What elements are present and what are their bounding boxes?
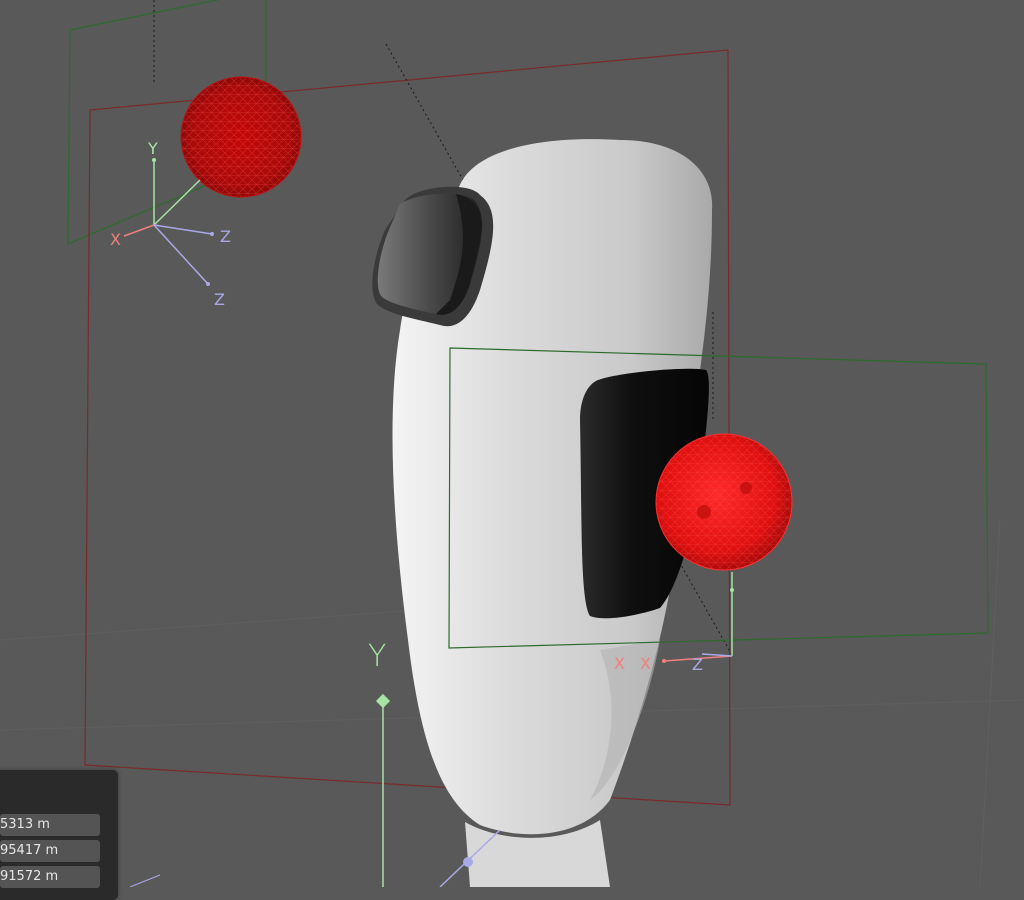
light-sphere-top[interactable] xyxy=(180,76,302,198)
axis-label-x-small: X xyxy=(110,230,121,249)
light-sphere-right[interactable] xyxy=(655,433,793,571)
axis-label-x2-right: X xyxy=(640,654,651,673)
axis-label-z2-small: Z xyxy=(214,290,225,309)
location-y-value: 95417 m xyxy=(0,843,59,858)
axis-label-x1-right: X xyxy=(614,654,625,673)
location-z-field[interactable]: 91572 m xyxy=(0,866,100,888)
3d-viewport[interactable]: Y Z Z X X X Z Y 5313 m 95417 m 91572 m xyxy=(0,0,1024,900)
axis-label-y-small: Y xyxy=(147,139,158,158)
axis-label-z-right: Z xyxy=(692,655,703,674)
transform-properties-panel: 5313 m 95417 m 91572 m xyxy=(0,770,118,900)
location-z-value: 91572 m xyxy=(0,869,59,884)
location-x-field[interactable]: 5313 m xyxy=(0,814,100,836)
viewport-canvas[interactable]: Y Z Z X X X Z Y xyxy=(0,0,1024,887)
axis-label-y-big: Y xyxy=(368,639,386,674)
axis-label-z-small: Z xyxy=(220,227,231,246)
location-x-value: 5313 m xyxy=(0,817,50,832)
location-y-field[interactable]: 95417 m xyxy=(0,840,100,862)
